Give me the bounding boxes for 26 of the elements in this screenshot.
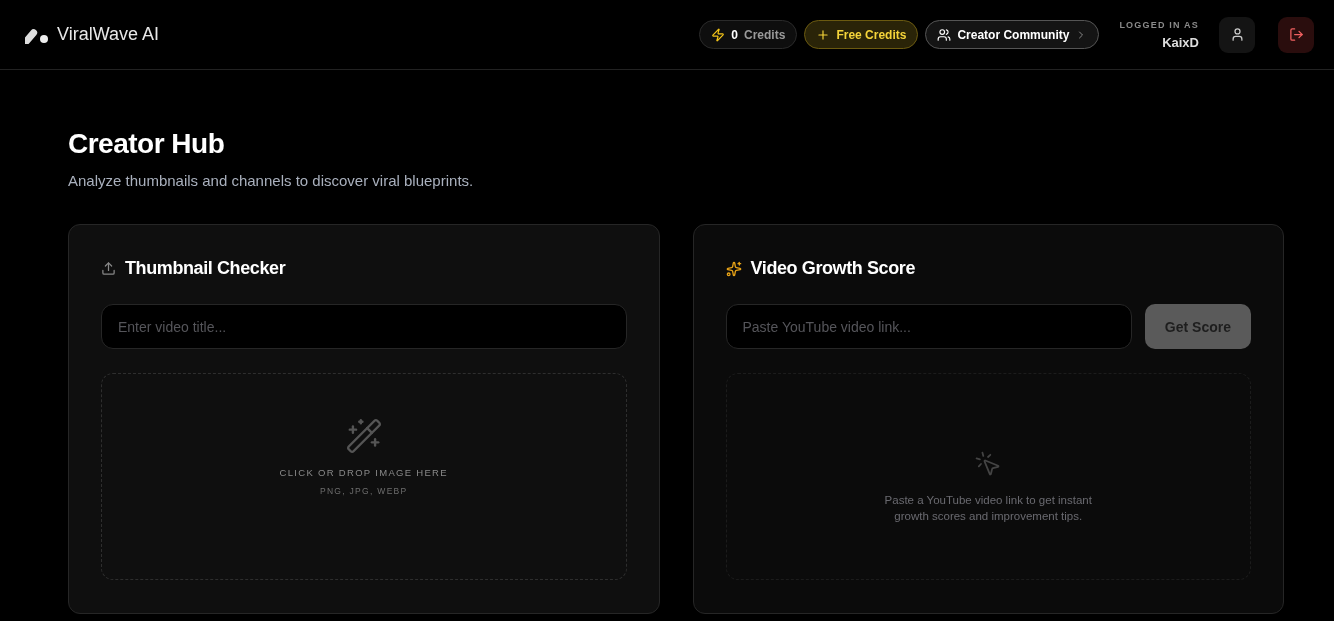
- creator-community-button[interactable]: Creator Community: [925, 20, 1100, 49]
- upload-icon: [101, 261, 116, 276]
- page-subtitle: Analyze thumbnails and channels to discover viral blueprints.: [68, 172, 475, 189]
- card-title: Thumbnail Checker: [125, 258, 286, 279]
- free-credits-button[interactable]: Free Credits: [804, 20, 919, 49]
- video-title-field[interactable]: Enter video title...: [101, 304, 627, 349]
- plus-icon: [816, 27, 831, 42]
- user-icon: [1229, 27, 1245, 42]
- image-dropzone[interactable]: CLICK OR DROP IMAGE HERE PNG, JPG, WEBP: [101, 373, 627, 580]
- logout-icon: [1288, 27, 1304, 42]
- brand-name: ViralWave AI: [57, 24, 160, 45]
- page-title: Creator Hub: [68, 128, 226, 160]
- magic-wand-icon: [344, 417, 383, 455]
- empty-state-text: Paste a YouTube video link to get instant growth scores and improvement tips.: [883, 492, 1093, 524]
- users-icon: [937, 27, 952, 42]
- video-link-field[interactable]: Paste YouTube video link...: [725, 304, 1132, 349]
- logout-button[interactable]: [1278, 16, 1314, 53]
- dropzone-formats: PNG, JPG, WEBP: [319, 486, 408, 496]
- logged-in-label: LOGGED IN AS: [1119, 19, 1199, 30]
- profile-button[interactable]: [1219, 16, 1255, 53]
- credits-badge: 0 Credits: [699, 20, 798, 49]
- lightning-icon: [711, 27, 726, 42]
- dropzone-label: CLICK OR DROP IMAGE HERE: [279, 467, 448, 478]
- card-title: Video Growth Score: [750, 258, 915, 279]
- sparkles-icon: [725, 260, 742, 277]
- username: KaixD: [1162, 34, 1199, 50]
